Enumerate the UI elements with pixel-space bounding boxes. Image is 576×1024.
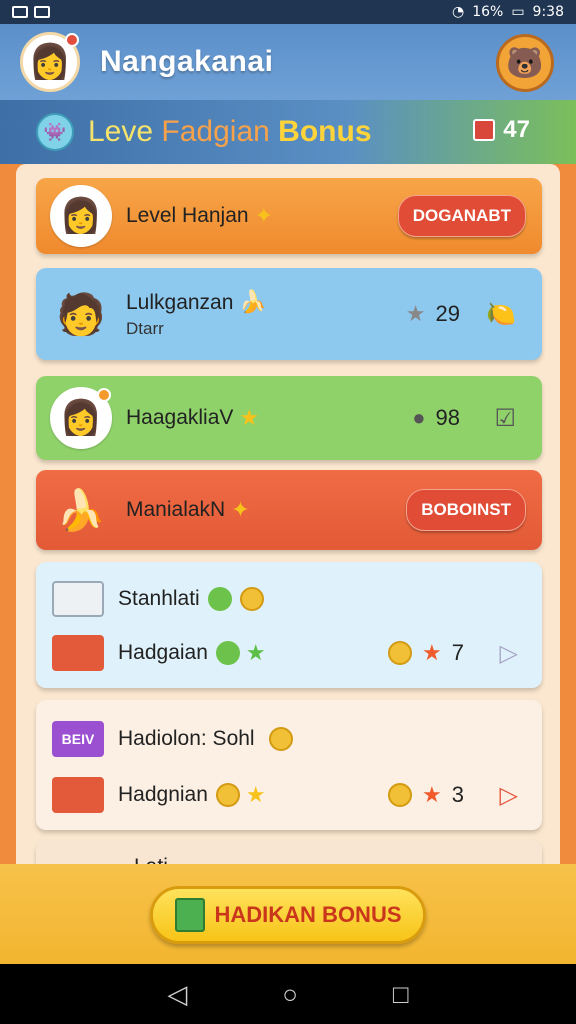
card-sub: Dtarr: [126, 319, 164, 338]
smile-icon: [268, 727, 293, 751]
card-label: Level Hanjan: [126, 204, 249, 227]
stat-count: 3: [451, 782, 464, 807]
book-icon: [52, 777, 104, 813]
sparkle-icon: ✦: [231, 497, 250, 522]
claim-button[interactable]: DOGANABT: [397, 195, 526, 237]
banner-word-1: Leve: [88, 115, 154, 148]
card-hadiolon[interactable]: BEIV Hadiolon: Sohl Hadgnian ★ ★ 3 ▷: [36, 700, 542, 830]
badge-icon: BEIV: [52, 721, 104, 757]
lemon-icon[interactable]: 🍋: [486, 300, 516, 329]
banana-icon: 🍌: [56, 488, 106, 533]
battery-text: 16%: [472, 4, 504, 20]
row-label: Stanhlati: [118, 587, 200, 610]
avatar: 👩: [50, 185, 112, 247]
list-item[interactable]: Hadgnian ★ ★ 3 ▷: [52, 770, 526, 820]
system-nav-bar: ◁ ○ □: [0, 964, 576, 1024]
card-label: HaagakliaV: [126, 406, 234, 429]
star-icon: ★: [422, 782, 442, 807]
stat: ● 98: [412, 405, 460, 431]
card-level[interactable]: 👩 Level Hanjan ✦ DOGANABT: [36, 178, 542, 254]
app-header: 👩 Nangakanai 🐻: [0, 24, 576, 100]
banana-icon: 🍌: [239, 289, 267, 314]
gift-box-icon: [174, 898, 205, 932]
banner-word-3: Bonus: [278, 115, 372, 148]
notification-dot: [65, 33, 79, 47]
card-label: ManialakN: [126, 498, 226, 521]
app-title: Nangakanai: [100, 45, 274, 78]
row-label: Hadgnian: [118, 783, 208, 806]
gift-icon: [473, 119, 496, 141]
green-gem-icon: [215, 641, 240, 665]
coin-icon: [388, 641, 413, 665]
footer-bar: HADIKAN BONUS: [0, 864, 576, 964]
list-item[interactable]: Stanhlati: [52, 574, 526, 624]
monster-icon: 👾: [36, 113, 74, 151]
row-label: Hadiolon: Sohl: [118, 727, 255, 750]
bonus-button[interactable]: BOBOINST: [406, 489, 526, 531]
status-right: ◔ 16% ▭ 9:38: [452, 4, 564, 20]
bonus-list: 👩 Level Hanjan ✦ DOGANABT 🧑 Lulkganzan 🍌 …: [16, 164, 560, 870]
card-label: Lulkganzan 🍌: [126, 289, 267, 315]
notification-icon: [12, 6, 28, 18]
recents-icon[interactable]: □: [393, 979, 409, 1010]
list-item[interactable]: BEIV Hadiolon: Sohl: [52, 714, 526, 764]
cta-label: HADIKAN BONUS: [214, 902, 402, 927]
banner-title: Leve Fadgian Bonus: [88, 115, 372, 149]
notification-dot: [97, 388, 111, 402]
gift-count: 47: [503, 116, 530, 143]
play-icon[interactable]: ▷: [500, 639, 518, 668]
user-avatar[interactable]: 👩: [20, 32, 80, 92]
book-icon: [52, 635, 104, 671]
checkbox-icon[interactable]: ☑: [494, 404, 516, 433]
star-icon: ★: [245, 782, 266, 807]
wifi-icon: ◔: [451, 4, 465, 20]
card-lulkganzan[interactable]: 🧑 Lulkganzan 🍌 Dtarr ★ 29 🍋: [36, 268, 542, 360]
coin-icon: [239, 587, 264, 611]
notification-icon: [34, 6, 50, 18]
row-label: Hadgaian: [118, 641, 208, 664]
card-text: Lulkganzan 🍌 Dtarr: [126, 289, 267, 339]
star-icon: ★: [405, 301, 426, 326]
avatar: 🧑: [56, 292, 106, 337]
clock: 9:38: [532, 4, 564, 20]
play-icon[interactable]: ▷: [500, 781, 518, 810]
card-manialakn[interactable]: 🍌 ManialakN ✦ BOBOINST: [36, 470, 542, 550]
star-icon: ★: [422, 640, 442, 665]
coin-icon: [388, 783, 413, 807]
banner-word-2: Fadgian: [161, 115, 270, 148]
status-bar: ◔ 16% ▭ 9:38: [0, 0, 576, 24]
card-stanhlati[interactable]: Stanhlati Hadgaian ★ ★ 7 ▷: [36, 562, 542, 688]
claim-bonus-button[interactable]: HADIKAN BONUS: [150, 886, 426, 944]
star-icon: ★: [239, 405, 260, 430]
sparkle-icon: ✦: [254, 203, 274, 228]
green-gem-icon: [207, 587, 232, 611]
stat-count: 29: [435, 301, 460, 326]
battery-icon: ▭: [511, 4, 525, 20]
level-banner: 👾 Leve Fadgian Bonus 47: [0, 100, 576, 164]
star-icon: ★: [245, 640, 266, 665]
home-icon[interactable]: ○: [282, 979, 298, 1010]
ticket-icon: [52, 581, 104, 617]
stat-count: 98: [435, 405, 460, 430]
stat: ★ 29: [406, 301, 460, 327]
stat: ★ 7: [388, 640, 464, 666]
mascot-icon[interactable]: 🐻: [496, 34, 554, 92]
gift-counter[interactable]: 47: [473, 116, 530, 144]
bubble-icon: ●: [412, 405, 426, 430]
card-haagakliav[interactable]: 👩 HaagakliaV ★ ● 98 ☑: [36, 376, 542, 460]
coin-icon: [215, 783, 240, 807]
avatar: 👩: [50, 387, 112, 449]
back-icon[interactable]: ◁: [167, 979, 187, 1010]
stat-count: 7: [451, 640, 464, 665]
stat: ★ 3: [388, 782, 464, 808]
notification-icons: [12, 6, 50, 18]
list-item[interactable]: Hadgaian ★ ★ 7 ▷: [52, 628, 526, 678]
card-label-text: Lulkganzan: [126, 291, 234, 314]
